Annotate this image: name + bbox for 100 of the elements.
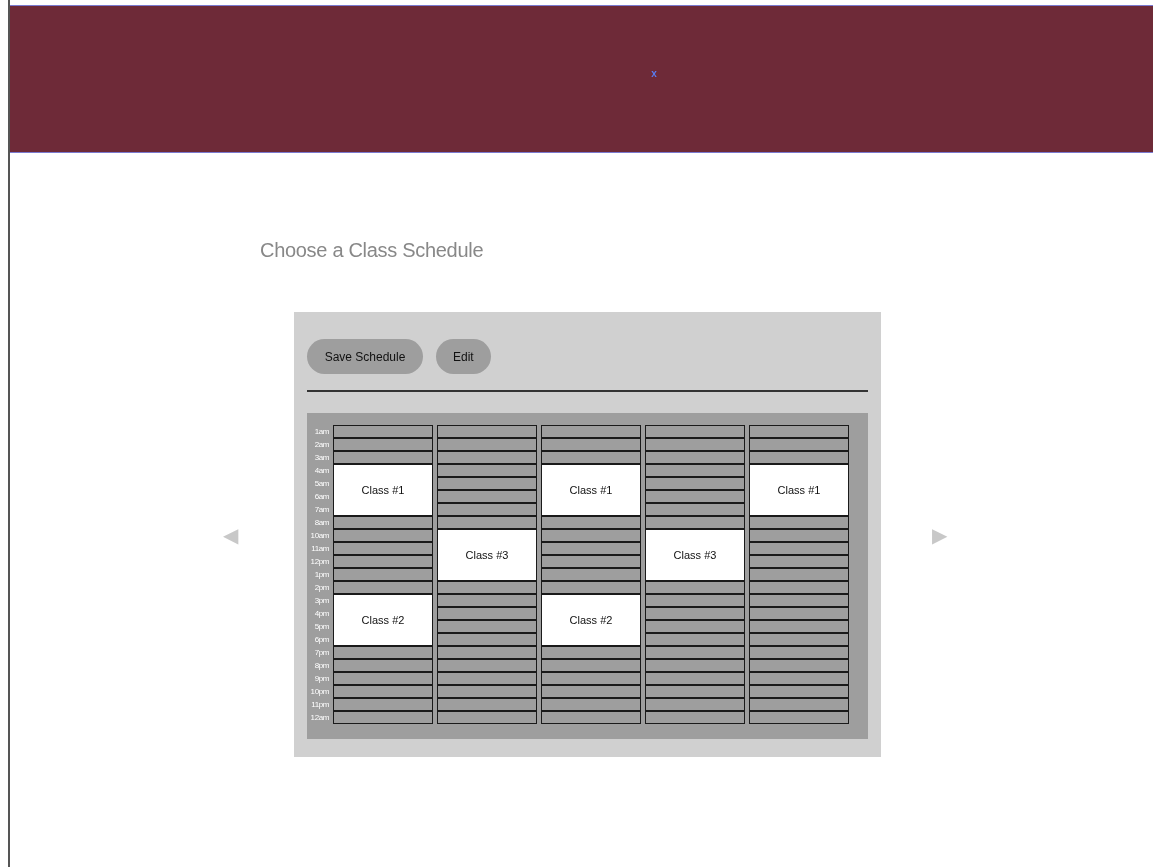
time-slot[interactable]	[437, 425, 537, 438]
time-slot[interactable]	[749, 438, 849, 451]
time-slot[interactable]	[437, 490, 537, 503]
time-slot[interactable]	[749, 672, 849, 685]
class-block[interactable]: Class #2	[541, 594, 641, 646]
time-slot[interactable]	[749, 685, 849, 698]
edit-button[interactable]: Edit	[436, 339, 491, 374]
class-block[interactable]: Class #2	[333, 594, 433, 646]
time-slot[interactable]	[541, 555, 641, 568]
time-slot[interactable]	[333, 659, 433, 672]
time-slot[interactable]	[645, 425, 745, 438]
time-slot[interactable]	[333, 451, 433, 464]
time-slot[interactable]	[541, 529, 641, 542]
time-slot[interactable]	[645, 503, 745, 516]
time-slot[interactable]	[541, 451, 641, 464]
time-slot[interactable]	[437, 698, 537, 711]
time-slot[interactable]	[645, 685, 745, 698]
time-slot[interactable]	[541, 646, 641, 659]
time-slot[interactable]	[749, 698, 849, 711]
time-slot[interactable]	[437, 594, 537, 607]
time-slot[interactable]	[333, 711, 433, 724]
time-slot[interactable]	[437, 464, 537, 477]
time-slot[interactable]	[437, 646, 537, 659]
hour-label: 10am	[310, 530, 329, 542]
time-slot[interactable]	[645, 698, 745, 711]
time-slot[interactable]	[749, 581, 849, 594]
time-slot[interactable]	[749, 451, 849, 464]
time-slot[interactable]	[437, 477, 537, 490]
time-slot[interactable]	[333, 672, 433, 685]
time-slot[interactable]	[541, 568, 641, 581]
class-block[interactable]: Class #1	[333, 464, 433, 516]
time-slot[interactable]	[333, 425, 433, 438]
time-slot[interactable]	[333, 646, 433, 659]
time-slot[interactable]	[437, 581, 537, 594]
time-slot[interactable]	[437, 607, 537, 620]
time-slot[interactable]	[749, 620, 849, 633]
time-slot[interactable]	[541, 672, 641, 685]
time-slot[interactable]	[749, 633, 849, 646]
time-slot[interactable]	[437, 451, 537, 464]
time-slot[interactable]	[437, 620, 537, 633]
time-slot[interactable]	[645, 607, 745, 620]
time-slot[interactable]	[541, 516, 641, 529]
time-slot[interactable]	[541, 711, 641, 724]
class-block[interactable]: Class #1	[541, 464, 641, 516]
time-slot[interactable]	[333, 685, 433, 698]
time-slot[interactable]	[333, 542, 433, 555]
class-block[interactable]: Class #3	[645, 529, 745, 581]
time-slot[interactable]	[645, 490, 745, 503]
time-slot[interactable]	[645, 477, 745, 490]
time-slot[interactable]	[749, 568, 849, 581]
time-slot[interactable]	[645, 633, 745, 646]
time-slot[interactable]	[541, 685, 641, 698]
time-slot[interactable]	[645, 516, 745, 529]
time-slot[interactable]	[645, 659, 745, 672]
time-slot[interactable]	[749, 555, 849, 568]
time-slot[interactable]	[541, 425, 641, 438]
time-slot[interactable]	[645, 451, 745, 464]
time-slot[interactable]	[645, 672, 745, 685]
time-slot[interactable]	[333, 581, 433, 594]
time-slot[interactable]	[437, 516, 537, 529]
time-slot[interactable]	[749, 425, 849, 438]
time-slot[interactable]	[749, 529, 849, 542]
hour-label: 10pm	[310, 686, 329, 698]
time-slot[interactable]	[749, 516, 849, 529]
time-slot[interactable]	[333, 568, 433, 581]
time-slot[interactable]	[437, 672, 537, 685]
time-slot[interactable]	[645, 438, 745, 451]
class-block[interactable]: Class #1	[749, 464, 849, 516]
time-slot[interactable]	[749, 711, 849, 724]
time-slot[interactable]	[437, 711, 537, 724]
time-slot[interactable]	[645, 646, 745, 659]
time-slot[interactable]	[333, 438, 433, 451]
time-slot[interactable]	[749, 594, 849, 607]
hour-label: 3am	[314, 452, 329, 464]
time-slot[interactable]	[437, 659, 537, 672]
time-slot[interactable]	[333, 698, 433, 711]
hour-label: 6am	[314, 491, 329, 503]
time-slot[interactable]	[749, 607, 849, 620]
time-slot[interactable]	[749, 646, 849, 659]
time-slot[interactable]	[541, 659, 641, 672]
time-slot[interactable]	[437, 633, 537, 646]
time-slot[interactable]	[645, 464, 745, 477]
time-slot[interactable]	[749, 542, 849, 555]
time-slot[interactable]	[437, 685, 537, 698]
time-slot[interactable]	[333, 555, 433, 568]
time-slot[interactable]	[645, 594, 745, 607]
time-slot[interactable]	[645, 711, 745, 724]
time-slot[interactable]	[541, 698, 641, 711]
time-slot[interactable]	[333, 516, 433, 529]
class-block[interactable]: Class #3	[437, 529, 537, 581]
time-slot[interactable]	[541, 542, 641, 555]
time-slot[interactable]	[541, 438, 641, 451]
time-slot[interactable]	[437, 503, 537, 516]
time-slot[interactable]	[541, 581, 641, 594]
time-slot[interactable]	[749, 659, 849, 672]
time-slot[interactable]	[645, 620, 745, 633]
time-slot[interactable]	[437, 438, 537, 451]
time-slot[interactable]	[333, 529, 433, 542]
time-slot[interactable]	[645, 581, 745, 594]
save-button[interactable]: Save Schedule	[307, 339, 423, 374]
